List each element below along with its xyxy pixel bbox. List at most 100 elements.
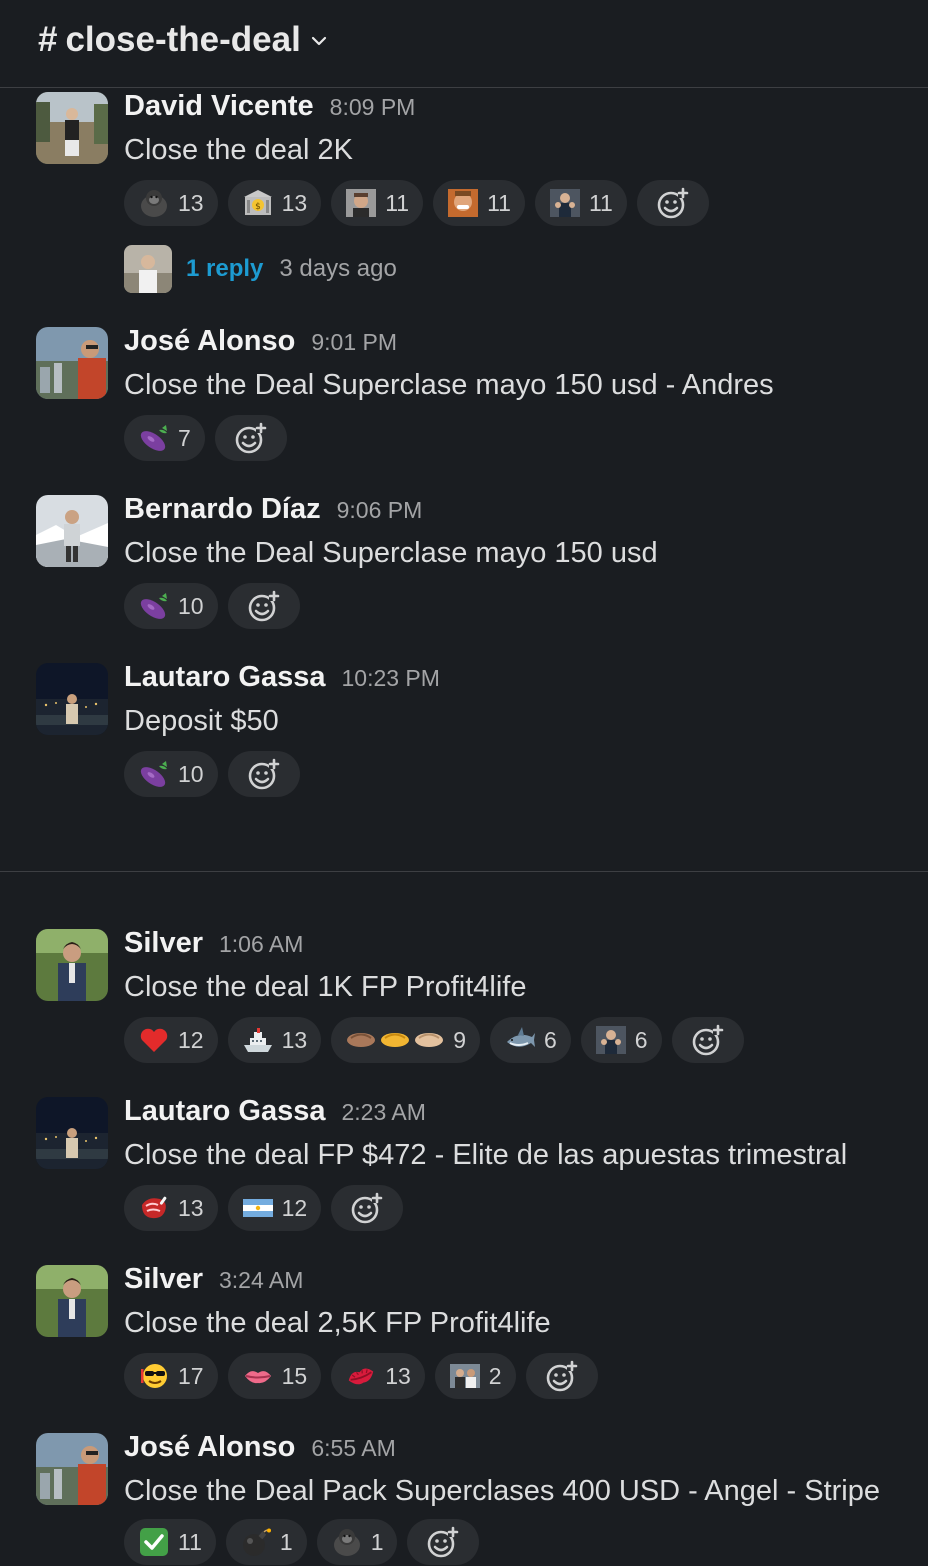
reaction-bomb[interactable]: 1 bbox=[225, 1519, 307, 1565]
add-reaction-button[interactable] bbox=[407, 1519, 480, 1565]
sunglasses-face-emoji-icon bbox=[138, 1361, 170, 1391]
custom-face-emoji-icon bbox=[345, 188, 377, 218]
reaction-count: 7 bbox=[178, 424, 191, 451]
reaction-sunglasses-face[interactable]: 17 bbox=[124, 1353, 218, 1399]
reaction-argentina-flag[interactable]: 12 bbox=[227, 1185, 322, 1231]
reaction-steak[interactable]: 13 bbox=[124, 1185, 218, 1231]
avatar[interactable] bbox=[36, 929, 108, 1001]
add-reaction-icon bbox=[351, 1192, 383, 1224]
reactions-bar: 10 bbox=[124, 751, 300, 797]
reaction-kiss-mark[interactable]: 13 bbox=[331, 1353, 425, 1399]
add-reaction-button[interactable] bbox=[214, 415, 287, 461]
reactions-bar: 13 $ 13 11 11 11 bbox=[124, 180, 709, 226]
reaction-custom-laugh[interactable]: 11 bbox=[433, 180, 525, 226]
avatar[interactable] bbox=[36, 1265, 108, 1337]
author-name[interactable]: Silver bbox=[124, 1263, 203, 1296]
author-name[interactable]: Lautaro Gassa bbox=[124, 661, 325, 694]
timestamp[interactable]: 2:23 AM bbox=[341, 1099, 425, 1126]
reaction-gorilla[interactable]: 1 bbox=[316, 1519, 398, 1565]
reply-count-link[interactable]: 1 reply bbox=[186, 255, 263, 283]
avatar[interactable] bbox=[36, 495, 108, 567]
timestamp[interactable]: 8:09 PM bbox=[330, 94, 416, 121]
gorilla-emoji-icon bbox=[138, 188, 170, 218]
timestamp[interactable]: 3:24 AM bbox=[219, 1267, 303, 1294]
custom-clap-emoji-icon bbox=[549, 188, 581, 218]
reaction-count: 6 bbox=[543, 1026, 557, 1053]
reaction-custom-people[interactable]: 2 bbox=[434, 1353, 516, 1399]
thread-summary[interactable]: 1 reply 3 days ago bbox=[124, 245, 397, 293]
avatar[interactable] bbox=[36, 92, 108, 164]
reaction-count: 1 bbox=[279, 1528, 293, 1555]
reaction-eggplant[interactable]: 10 bbox=[124, 751, 218, 797]
timestamp[interactable]: 6:55 AM bbox=[311, 1435, 395, 1462]
reaction-custom-clap[interactable]: 11 bbox=[534, 180, 627, 226]
shark-emoji-icon bbox=[504, 1025, 536, 1055]
custom-clap-emoji-icon bbox=[595, 1025, 627, 1055]
timestamp[interactable]: 1:06 AM bbox=[219, 931, 303, 958]
steak-emoji-icon bbox=[138, 1193, 170, 1223]
avatar[interactable] bbox=[36, 1097, 108, 1169]
avatar[interactable] bbox=[36, 327, 108, 399]
reaction-count: 1 bbox=[370, 1528, 384, 1555]
reaction-custom-face[interactable]: 11 bbox=[331, 180, 424, 226]
reactions-bar: 12 13 9 6 6 bbox=[124, 1017, 744, 1063]
reaction-count: 12 bbox=[178, 1026, 204, 1053]
reaction-count: 11 bbox=[487, 189, 511, 216]
add-reaction-icon bbox=[546, 1360, 577, 1392]
add-reaction-button[interactable] bbox=[525, 1353, 598, 1399]
author-name[interactable]: Lautaro Gassa bbox=[124, 1095, 325, 1128]
add-reaction-button[interactable] bbox=[636, 180, 709, 226]
channel-title[interactable]: # close-the-deal bbox=[38, 20, 327, 60]
reaction-lips[interactable]: 15 bbox=[227, 1353, 322, 1399]
avatar[interactable] bbox=[36, 663, 108, 735]
reaction-handshake[interactable]: 9 bbox=[331, 1017, 480, 1063]
add-reaction-icon bbox=[692, 1024, 723, 1056]
custom-laugh-emoji-icon bbox=[447, 188, 479, 218]
eggplant-emoji-icon bbox=[138, 591, 170, 621]
reaction-custom-clap[interactable]: 6 bbox=[580, 1017, 662, 1063]
add-reaction-icon bbox=[248, 758, 279, 790]
author-name[interactable]: José Alonso bbox=[124, 325, 295, 358]
reaction-count: 10 bbox=[178, 760, 204, 787]
reaction-shark[interactable]: 6 bbox=[489, 1017, 571, 1063]
reaction-gorilla[interactable]: 13 bbox=[124, 180, 218, 226]
add-reaction-button[interactable] bbox=[671, 1017, 744, 1063]
message-text: Close the deal FP $472 - Elite de las ap… bbox=[124, 1139, 848, 1171]
reactions-bar: 7 bbox=[124, 415, 287, 461]
add-reaction-button[interactable] bbox=[331, 1185, 404, 1231]
reaction-bank[interactable]: $ 13 bbox=[227, 180, 322, 226]
message-text: Deposit $50 bbox=[124, 705, 279, 737]
reply-avatar bbox=[124, 245, 172, 293]
lips-emoji-icon bbox=[242, 1361, 274, 1391]
bank-emoji-icon: $ bbox=[242, 188, 274, 218]
reaction-check-mark[interactable]: 11 bbox=[124, 1519, 216, 1565]
eggplant-emoji-icon bbox=[138, 759, 170, 789]
timestamp[interactable]: 9:01 PM bbox=[311, 329, 397, 356]
author-name[interactable]: Silver bbox=[124, 927, 203, 960]
timestamp[interactable]: 10:23 PM bbox=[341, 665, 439, 692]
add-reaction-button[interactable] bbox=[227, 583, 300, 629]
author-name[interactable]: José Alonso bbox=[124, 1431, 295, 1464]
reaction-count: 13 bbox=[178, 1194, 204, 1221]
reaction-eggplant[interactable]: 10 bbox=[124, 583, 218, 629]
reaction-count: 13 bbox=[281, 189, 308, 216]
author-name[interactable]: Bernardo Díaz bbox=[124, 493, 321, 526]
reaction-count: 11 bbox=[178, 1528, 202, 1555]
add-reaction-icon bbox=[657, 187, 689, 219]
author-name[interactable]: David Vicente bbox=[124, 90, 314, 123]
reaction-count: 13 bbox=[385, 1362, 411, 1389]
reaction-count: 13 bbox=[178, 189, 204, 216]
reaction-ship[interactable]: 13 bbox=[227, 1017, 322, 1063]
reactions-bar: 11 1 1 bbox=[124, 1519, 480, 1565]
reaction-count: 15 bbox=[281, 1362, 308, 1389]
reaction-eggplant[interactable]: 7 bbox=[124, 415, 205, 461]
channel-hash: # bbox=[38, 20, 58, 59]
reaction-count: 12 bbox=[281, 1194, 308, 1221]
reaction-count: 9 bbox=[453, 1026, 466, 1053]
avatar[interactable] bbox=[36, 1433, 108, 1505]
add-reaction-button[interactable] bbox=[227, 751, 300, 797]
reaction-heart[interactable]: 12 bbox=[124, 1017, 218, 1063]
message-text: Close the Deal Superclase mayo 150 usd -… bbox=[124, 369, 774, 401]
timestamp[interactable]: 9:06 PM bbox=[337, 497, 423, 524]
bomb-emoji-icon bbox=[240, 1527, 272, 1557]
